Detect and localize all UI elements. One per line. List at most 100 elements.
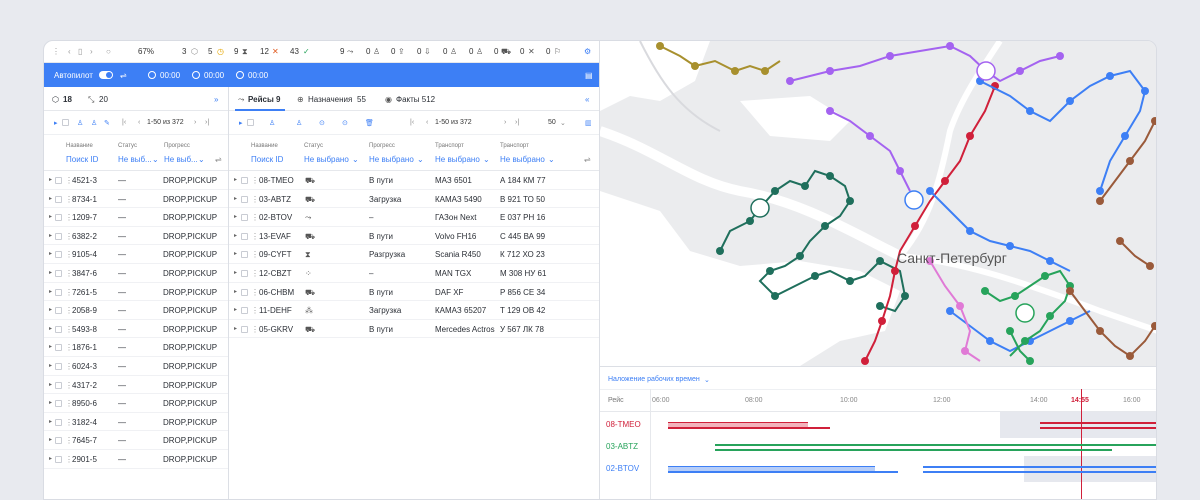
stop-marker[interactable] bbox=[826, 67, 834, 75]
stop-marker[interactable] bbox=[1066, 287, 1074, 295]
expand-icon[interactable]: ▸ bbox=[54, 119, 58, 127]
collapse-icon[interactable]: « bbox=[585, 95, 589, 104]
stop-marker[interactable] bbox=[1126, 157, 1134, 165]
row-checkbox[interactable] bbox=[55, 195, 62, 203]
stop-marker[interactable] bbox=[1116, 237, 1124, 245]
stop-marker[interactable] bbox=[1046, 257, 1054, 265]
stop-marker[interactable] bbox=[731, 67, 739, 75]
prev-page-icon[interactable]: ‹ bbox=[138, 119, 140, 126]
stop-marker[interactable] bbox=[1126, 352, 1134, 360]
tab-trips[interactable]: Рейсы 9 bbox=[248, 95, 280, 104]
row-checkbox[interactable] bbox=[241, 232, 248, 240]
sliders-icon[interactable]: ⇌ bbox=[120, 71, 127, 80]
stop-marker[interactable] bbox=[826, 107, 834, 115]
row-checkbox[interactable] bbox=[55, 269, 62, 277]
stop-marker[interactable] bbox=[771, 292, 779, 300]
expand-icon[interactable]: ▸ bbox=[49, 418, 52, 425]
first-page-icon[interactable]: |‹ bbox=[410, 119, 414, 126]
stop-marker[interactable] bbox=[981, 287, 989, 295]
table-row[interactable]: ▸ ⋮ 3847-6 — DROP,PICKUP bbox=[44, 264, 228, 283]
row-checkbox[interactable] bbox=[55, 214, 62, 222]
stop-marker[interactable] bbox=[946, 307, 954, 315]
expand-icon[interactable]: ▸ bbox=[234, 288, 237, 295]
stop-marker[interactable] bbox=[846, 197, 854, 205]
table-row[interactable]: ▸ ⋮ 12-CBZT ⁘ – MAN TGX М 308 НУ 61 bbox=[229, 264, 599, 283]
row-checkbox[interactable] bbox=[55, 455, 62, 463]
stop-marker[interactable] bbox=[1016, 67, 1024, 75]
stop-marker[interactable] bbox=[876, 302, 884, 310]
row-checkbox[interactable] bbox=[241, 195, 248, 203]
stop-marker[interactable] bbox=[1006, 242, 1014, 250]
transport-filter[interactable]: Не выбрано bbox=[435, 155, 480, 164]
stop-marker[interactable] bbox=[886, 52, 894, 60]
page-size-select[interactable]: 50 bbox=[548, 119, 556, 126]
gantt-bar[interactable] bbox=[668, 427, 830, 429]
stop-marker[interactable] bbox=[746, 217, 754, 225]
stop-marker[interactable] bbox=[811, 272, 819, 280]
stop-marker[interactable] bbox=[926, 187, 934, 195]
last-page-icon[interactable]: ›| bbox=[205, 119, 209, 126]
table-row[interactable]: ▸ ⋮ 8950-6 — DROP,PICKUP bbox=[44, 394, 228, 413]
progress-filter[interactable]: Не выб... bbox=[164, 155, 198, 164]
table-row[interactable]: ▸ ⋮ 08-TMEO ⛟ В пути МАЗ 6501 А 184 КМ 7… bbox=[229, 171, 599, 190]
stop-marker[interactable] bbox=[1066, 97, 1074, 105]
table-row[interactable]: ▸ ⋮ 7645-7 — DROP,PICKUP bbox=[44, 431, 228, 450]
expand-icon[interactable]: ▸ bbox=[239, 119, 243, 127]
stop-marker[interactable] bbox=[1041, 272, 1049, 280]
map-canvas[interactable]: Санкт-Петербург bbox=[600, 41, 1157, 366]
expand-icon[interactable]: ▸ bbox=[49, 455, 52, 462]
chat-icon[interactable]: ○ bbox=[106, 47, 111, 56]
table-row[interactable]: ▸ ⋮ 05-GKRV ⛟ В пути Mercedes Actros У 5… bbox=[229, 320, 599, 339]
tab-facts[interactable]: Факты 512 bbox=[396, 95, 435, 104]
table-row[interactable]: ▸ ⋮ 03-ABTZ ⛟ Загрузка КАМАЗ 5490 В 921 … bbox=[229, 190, 599, 209]
drag-icon[interactable]: ⋮ bbox=[251, 232, 259, 241]
stop-marker[interactable] bbox=[866, 132, 874, 140]
stop-marker[interactable] bbox=[861, 357, 869, 365]
table-row[interactable]: ▸ ⋮ 02-BTOV ⤳ – ГАЗон Next Е 037 РН 16 bbox=[229, 208, 599, 227]
stop-marker[interactable] bbox=[1121, 132, 1129, 140]
expand-icon[interactable]: ▸ bbox=[234, 176, 237, 183]
stop-marker[interactable] bbox=[956, 302, 964, 310]
gantt-row-label[interactable]: 02-BTOV bbox=[606, 464, 639, 473]
stop-marker[interactable] bbox=[1006, 327, 1014, 335]
stop-marker[interactable] bbox=[846, 277, 854, 285]
stop-marker[interactable] bbox=[1046, 312, 1054, 320]
stop-marker[interactable] bbox=[1056, 52, 1064, 60]
table-row[interactable]: ▸ ⋮ 11-DEHF ⁂ Загрузка КАМАЗ 65207 Т 129… bbox=[229, 301, 599, 320]
expand-icon[interactable]: ▸ bbox=[49, 325, 52, 332]
row-checkbox[interactable] bbox=[55, 400, 62, 408]
expand-icon[interactable]: ▸ bbox=[49, 362, 52, 369]
play-icon[interactable]: ⊙ bbox=[319, 119, 325, 127]
table-row[interactable]: ▸ ⋮ 6382-2 — DROP,PICKUP bbox=[44, 227, 228, 246]
table-row[interactable]: ▸ ⋮ 09-CYFT ⧗ Разгрузка Scania R450 К 71… bbox=[229, 245, 599, 264]
forward-icon[interactable]: › bbox=[90, 47, 93, 56]
expand-icon[interactable]: ▸ bbox=[49, 250, 52, 257]
gantt-bar[interactable] bbox=[923, 466, 1156, 468]
expand-icon[interactable]: ▸ bbox=[49, 195, 52, 202]
stop-marker[interactable] bbox=[766, 267, 774, 275]
stop-marker[interactable] bbox=[911, 222, 919, 230]
gantt-bar[interactable] bbox=[668, 471, 898, 473]
stop-marker[interactable] bbox=[1096, 187, 1104, 195]
stop-marker[interactable] bbox=[716, 247, 724, 255]
expand-icon[interactable]: ▸ bbox=[234, 195, 237, 202]
route-map[interactable]: Санкт-Петербург bbox=[600, 41, 1157, 366]
expand-icon[interactable]: ▸ bbox=[234, 325, 237, 332]
stop-marker[interactable] bbox=[986, 337, 994, 345]
stop-marker[interactable] bbox=[691, 62, 699, 70]
stop-marker[interactable] bbox=[961, 347, 969, 355]
tab-orders[interactable]: 18 bbox=[63, 95, 72, 104]
table-row[interactable]: ▸ ⋮ 13-EVAF ⛟ В пути Volvo FH16 С 445 ВА… bbox=[229, 227, 599, 246]
name-filter[interactable]: Поиск ID bbox=[251, 155, 283, 164]
table-row[interactable]: ▸ ⋮ 8734-1 — DROP,PICKUP bbox=[44, 190, 228, 209]
expand-icon[interactable]: ▸ bbox=[49, 343, 52, 350]
status-filter[interactable]: Не выб... bbox=[118, 155, 152, 164]
gantt-row-label[interactable]: 08-TMEO bbox=[606, 420, 641, 429]
stop-marker[interactable] bbox=[801, 182, 809, 190]
zoom-level[interactable]: 67% bbox=[138, 47, 154, 56]
user-remove-icon[interactable]: ♙ bbox=[296, 119, 302, 127]
row-checkbox[interactable] bbox=[55, 307, 62, 315]
stop-marker[interactable] bbox=[1026, 107, 1034, 115]
row-checkbox[interactable] bbox=[241, 325, 248, 333]
stop-marker[interactable] bbox=[941, 177, 949, 185]
